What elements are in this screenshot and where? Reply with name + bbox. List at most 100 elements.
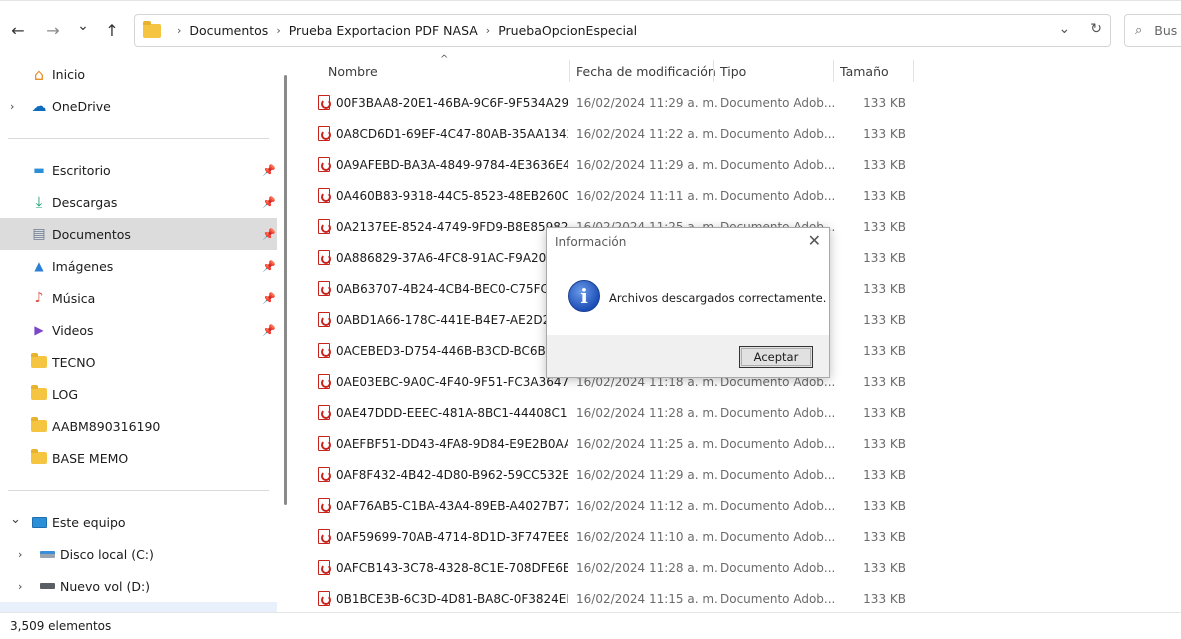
sidebar-item-label: Nuevo vol (D:) (60, 578, 151, 594)
file-type: Documento Adob... (720, 405, 836, 420)
sidebar-item-imagenes[interactable]: ▲ Imágenes 📌 (0, 250, 277, 282)
column-header-name[interactable]: Nombre (328, 60, 378, 82)
pin-icon[interactable]: 📌 (262, 260, 276, 273)
search-box[interactable]: ⌕ Bus (1124, 14, 1181, 47)
ok-button[interactable]: Aceptar (739, 346, 813, 368)
refresh-icon[interactable]: ↻ (1090, 21, 1102, 37)
file-name[interactable]: 0AE03EBC-9A0C-4F40-9F51-FC3A364713... (336, 375, 568, 389)
sidebar-item-onedrive[interactable]: › ☁ OneDrive (0, 90, 277, 122)
file-name[interactable]: 0A886829-37A6-4FC8-91AC-F9A20CA02... (336, 251, 568, 265)
file-name[interactable]: 0AE47DDD-EEEC-481A-8BC1-44408C1815... (336, 406, 568, 420)
sidebar-item-musica[interactable]: ♪ Música 📌 (0, 282, 277, 314)
file-row[interactable]: 0AEFBF51-DD43-4FA8-9D84-E9E2B0AAA7... 16/… (316, 428, 916, 459)
pin-icon[interactable]: 📌 (262, 164, 276, 177)
file-row[interactable]: 0B1BCE3B-6C3D-4D81-BA8C-0F3824EF2... 16/0… (316, 583, 916, 614)
column-header-size[interactable]: Tamaño (840, 60, 889, 82)
sidebar-item-label: Escritorio (52, 162, 111, 178)
sidebar-item-disco-local-c[interactable]: › Disco local (C:) (0, 538, 277, 570)
column-divider[interactable] (833, 60, 834, 82)
file-row[interactable]: 0AF76AB5-C1BA-43A4-89EB-A4027B7747... 16/… (316, 490, 916, 521)
sidebar-item-escritorio[interactable]: ▬ Escritorio 📌 (0, 154, 277, 186)
file-row[interactable]: 0AE47DDD-EEEC-481A-8BC1-44408C1815... 16/… (316, 397, 916, 428)
folder-icon (31, 449, 47, 466)
address-dropdown-icon[interactable]: ⌄ (1059, 21, 1071, 37)
file-size: 133 KB (863, 126, 906, 141)
breadcrumb-prueba-opcion-especial[interactable]: PruebaOpcionEspecial (498, 23, 637, 38)
file-name[interactable]: 0AFCB143-3C78-4328-8C1E-708DFE6B0B... (336, 561, 568, 575)
chevron-right-icon[interactable]: › (177, 24, 181, 37)
file-name[interactable]: 00F3BAA8-20E1-46BA-9C6F-9F534A29FA... (336, 96, 568, 110)
pin-icon[interactable]: 📌 (262, 324, 276, 337)
chevron-right-icon[interactable]: › (18, 548, 22, 561)
sidebar-item-inicio[interactable]: ⌂ Inicio (0, 58, 277, 90)
chevron-right-icon[interactable]: › (18, 580, 22, 593)
chevron-down-icon[interactable]: ⌄ (10, 512, 21, 527)
sidebar-scrollbar[interactable] (284, 75, 287, 505)
sidebar-item-videos[interactable]: ▶ Videos 📌 (0, 314, 277, 346)
file-name[interactable]: 0A2137EE-8524-4749-9FD9-B8E85982120... (336, 220, 568, 234)
file-row[interactable]: 0AF59699-70AB-4714-8D1D-3F747EE8C26... 16… (316, 521, 916, 552)
sidebar-item-label: BASE MEMO (52, 450, 129, 466)
dialog-title: Información (555, 235, 627, 249)
file-name[interactable]: 0AF59699-70AB-4714-8D1D-3F747EE8C26... (336, 530, 568, 544)
column-divider[interactable] (913, 60, 914, 82)
close-icon[interactable]: ✕ (808, 231, 821, 250)
file-type: Documento Adob... (720, 126, 836, 141)
column-header-type[interactable]: Tipo (720, 60, 746, 82)
file-name[interactable]: 0ACEBED3-D754-446B-B3CD-BC6BCEC6... (336, 344, 568, 358)
sidebar-item-base-memo[interactable]: BASE MEMO (0, 442, 277, 474)
information-icon: i (568, 280, 600, 312)
column-header-date[interactable]: Fecha de modificación (576, 60, 716, 82)
file-row[interactable]: 0AFCB143-3C78-4328-8C1E-708DFE6B0B... 16/… (316, 552, 916, 583)
file-row[interactable]: 0AF8F432-4B42-4D80-B962-59CC532E466... 16… (316, 459, 916, 490)
computer-icon (31, 514, 47, 530)
file-row[interactable]: 0A8CD6D1-69EF-4C47-80AB-35AA1342F... 16/0… (316, 118, 916, 149)
back-arrow-icon[interactable]: ← (7, 19, 29, 41)
sidebar-item-este-equipo[interactable]: ⌄ Este equipo (0, 506, 277, 538)
sidebar-item-descargas[interactable]: ⤓ Descargas 📌 (0, 186, 277, 218)
folder-icon (31, 417, 47, 434)
address-bar[interactable]: › Documentos › Prueba Exportacion PDF NA… (134, 14, 1111, 47)
file-name[interactable]: 0ABD1A66-178C-441E-B4E7-AE2D2EDB3... (336, 313, 568, 327)
home-icon: ⌂ (33, 64, 45, 84)
chevron-right-icon[interactable]: › (276, 24, 280, 37)
sidebar-item-partial[interactable] (0, 602, 277, 612)
pdf-file-icon (318, 467, 331, 482)
sidebar-item-nuevo-vol-d[interactable]: › Nuevo vol (D:) (0, 570, 277, 602)
sidebar-item-documentos[interactable]: ▤ Documentos 📌 (0, 218, 277, 250)
dialog-footer: Aceptar (547, 335, 829, 377)
sidebar-item-label: Este equipo (52, 514, 126, 530)
chevron-right-icon[interactable]: › (10, 100, 14, 113)
breadcrumb-documentos[interactable]: Documentos (189, 23, 268, 38)
sidebar-item-tecno[interactable]: TECNO (0, 346, 277, 378)
file-name[interactable]: 0AB63707-4B24-4CB4-BEC0-C75FC05F9... (336, 282, 568, 296)
file-name[interactable]: 0AEFBF51-DD43-4FA8-9D84-E9E2B0AAA7... (336, 437, 568, 451)
sidebar-item-aabm890316190[interactable]: AABM890316190 (0, 410, 277, 442)
sidebar-item-log[interactable]: LOG (0, 378, 277, 410)
file-date: 16/02/2024 11:29 a. m. (576, 95, 718, 110)
file-name[interactable]: 0A460B83-9318-44C5-8523-48EB260C5BE... (336, 189, 568, 203)
pin-icon[interactable]: 📌 (262, 228, 276, 241)
file-size: 133 KB (863, 188, 906, 203)
up-arrow-icon[interactable]: ↑ (101, 19, 123, 41)
file-date: 16/02/2024 11:10 a. m. (576, 529, 718, 544)
column-divider[interactable] (713, 60, 714, 82)
file-name[interactable]: 0AF76AB5-C1BA-43A4-89EB-A4027B7747... (336, 499, 568, 513)
breadcrumb-prueba-exportacion[interactable]: Prueba Exportacion PDF NASA (289, 23, 478, 38)
file-name[interactable]: 0A8CD6D1-69EF-4C47-80AB-35AA1342F... (336, 127, 568, 141)
file-row[interactable]: 0A9AFEBD-BA3A-4849-9784-4E3636E432... 16/… (316, 149, 916, 180)
file-name[interactable]: 0B1BCE3B-6C3D-4D81-BA8C-0F3824EF2... (336, 592, 568, 606)
pin-icon[interactable]: 📌 (262, 292, 276, 305)
recent-locations-icon[interactable]: ⌄ (72, 15, 94, 37)
file-row[interactable]: 00F3BAA8-20E1-46BA-9C6F-9F534A29FA... 16/… (316, 87, 916, 118)
chevron-right-icon[interactable]: › (486, 24, 490, 37)
file-name[interactable]: 0A9AFEBD-BA3A-4849-9784-4E3636E432... (336, 158, 568, 172)
column-divider[interactable] (569, 60, 570, 82)
file-name[interactable]: 0AF8F432-4B42-4D80-B962-59CC532E466... (336, 468, 568, 482)
file-size: 133 KB (863, 281, 906, 296)
sidebar-item-label: Música (52, 290, 96, 306)
file-row[interactable]: 0A460B83-9318-44C5-8523-48EB260C5BE... 16… (316, 180, 916, 211)
file-size: 133 KB (863, 312, 906, 327)
pin-icon[interactable]: 📌 (262, 196, 276, 209)
forward-arrow-icon[interactable]: → (42, 19, 64, 41)
